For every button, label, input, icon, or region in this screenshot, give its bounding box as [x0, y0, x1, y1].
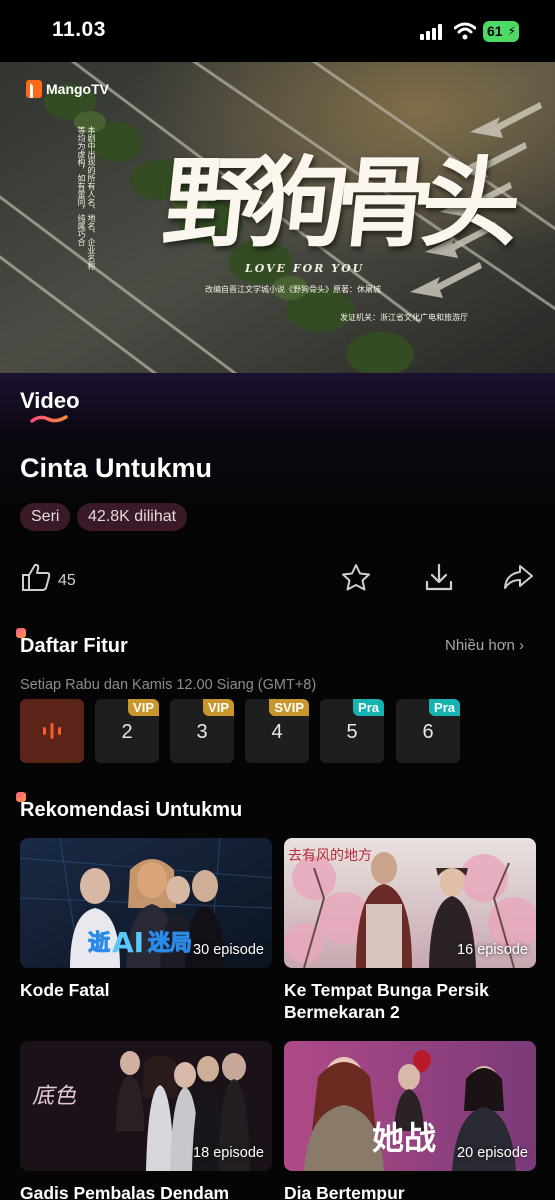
poster-issuer: 发证机关：浙江省文化广电和旅游厅 [340, 313, 468, 322]
like-count: 45 [58, 572, 76, 589]
episode-4-button[interactable]: SVIP 4 [245, 699, 309, 763]
card-thumbnail: 去有风的地方 16 episode [284, 838, 536, 968]
episode-number: 6 [422, 721, 434, 743]
episode-1-button[interactable] [20, 699, 84, 763]
poster-adaptation-credit: 改编自晋江文学城小说《野狗骨头》原著：休屠城 [205, 285, 381, 294]
svg-text:迷局: 迷局 [147, 931, 192, 956]
poster-title-calligraphy: 野狗骨头 [158, 146, 515, 261]
tab-active-indicator [30, 415, 68, 423]
episode-badge: Pra [353, 699, 384, 716]
status-time: 11.03 [52, 18, 106, 41]
more-episodes-link[interactable]: Nhiều hơn › [445, 637, 524, 654]
type-pill: Seri [20, 503, 71, 531]
svg-text:去有风的地方: 去有风的地方 [288, 848, 372, 864]
card-title: Kode Fatal [20, 980, 110, 1000]
episode-count: 30 episode [193, 942, 264, 958]
now-playing-icon [43, 723, 61, 739]
card-thumbnail: 逝 AI 迷局 30 episode [20, 838, 272, 968]
episode-badge: Pra [429, 699, 460, 716]
mangotv-logo: MangoTV [26, 80, 109, 98]
episode-count: 18 episode [193, 1145, 264, 1161]
wifi-icon [454, 22, 476, 40]
episode-number: 3 [196, 721, 208, 743]
logo-text: MangoTV [46, 81, 109, 97]
battery-indicator: 61 ⚡ [483, 21, 519, 42]
episode-count: 20 episode [457, 1145, 528, 1161]
cellular-signal-icon [420, 24, 442, 40]
episode-6-button[interactable]: Pra 6 [396, 699, 460, 763]
views-pill: 42.8K dilihat [77, 503, 188, 531]
tab-video[interactable]: Video [20, 388, 80, 414]
svg-text:AI: AI [112, 926, 144, 959]
episode-5-button[interactable]: Pra 5 [320, 699, 384, 763]
hero-poster[interactable]: MangoTV 本剧中出现的所有人名、地名、企业名称等均为虚构，如有雷同，纯属巧… [0, 62, 555, 373]
status-bar: 11.03 61 ⚡ [0, 0, 555, 62]
card-title: Ke Tempat Bunga Persik Bermekaran 2 [284, 980, 489, 1022]
favorite-star-icon[interactable] [341, 563, 371, 591]
episodes-heading: Daftar Fitur [20, 635, 128, 657]
svg-text:底色: 底色 [32, 1084, 77, 1109]
share-icon[interactable] [502, 563, 534, 591]
schedule-text: Setiap Rabu dan Kamis 12.00 Siang (GMT+8… [20, 677, 317, 693]
mangotv-logo-icon [26, 80, 42, 98]
download-icon[interactable] [424, 562, 454, 592]
card-thumbnail: 她战 20 episode [284, 1041, 536, 1171]
show-title: Cinta Untukmu [20, 453, 212, 483]
episode-badge: VIP [203, 699, 234, 716]
charging-bolt-icon: ⚡ [507, 24, 516, 38]
svg-text:逝: 逝 [88, 931, 111, 956]
chevron-right-icon: › [519, 637, 525, 654]
svg-text:她战: 她战 [372, 1119, 436, 1157]
episode-3-button[interactable]: VIP 3 [170, 699, 234, 763]
episode-number: 2 [121, 721, 133, 743]
recommend-heading: Rekomendasi Untukmu [20, 799, 243, 821]
episode-badge: SVIP [269, 699, 309, 716]
poster-disclaimer: 本剧中出现的所有人名、地名、企业名称等均为虚构，如有雷同，纯属巧合 [77, 126, 96, 270]
episode-count: 16 episode [457, 942, 528, 958]
card-title: Gadis Pembalas Dendam [20, 1183, 230, 1200]
episode-2-button[interactable]: VIP 2 [95, 699, 159, 763]
card-thumbnail: 底色 18 episode [20, 1041, 272, 1171]
episode-badge: VIP [128, 699, 159, 716]
more-label: Nhiều hơn [445, 637, 515, 654]
episode-number: 5 [346, 721, 358, 743]
battery-level: 61 [487, 23, 503, 39]
poster-english-title: LOVE FOR YOU [245, 262, 365, 275]
card-title: Dia Bertempur [284, 1183, 405, 1200]
like-icon[interactable] [20, 562, 52, 592]
episode-number: 4 [271, 721, 283, 743]
